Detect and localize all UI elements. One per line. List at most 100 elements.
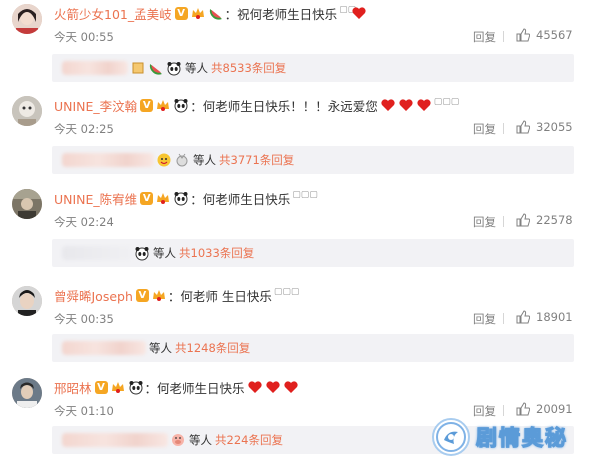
crown-icon: [151, 287, 167, 303]
username-link[interactable]: UNINE_陈宥维: [54, 189, 137, 208]
verified-badge-icon: V: [94, 380, 108, 394]
like-button[interactable]: 22578: [516, 211, 586, 229]
thumbs-up-icon: [516, 28, 530, 42]
reply-summary[interactable]: 等人 共1248条回复: [52, 334, 574, 362]
username-link[interactable]: 曾舜晞Joseph: [54, 286, 133, 305]
reply-suffix: 等人: [193, 153, 216, 167]
comment-line: UNINE_陈宥维 V ：何老师生日快乐 ▢▢▢: [54, 189, 318, 208]
panda-icon: [173, 97, 189, 113]
divider: [503, 313, 504, 324]
pig-emoji-icon: [170, 432, 186, 448]
avatar-image-icon: [12, 378, 42, 408]
divider: [503, 216, 504, 227]
like-count: 32055: [536, 120, 573, 134]
blurred-replier-names: [62, 246, 132, 260]
reply-button[interactable]: 回复: [473, 29, 496, 45]
verified-badge-icon: V: [140, 98, 154, 112]
smile-emoji-icon: [156, 152, 172, 168]
avatar[interactable]: [12, 286, 42, 316]
divider: [503, 123, 504, 134]
comment-text: ：何老师生日快乐: [190, 191, 291, 207]
comment-time: 今天 00:35: [54, 312, 114, 326]
comment-text: ：祝何老师生日快乐: [224, 6, 338, 22]
avatar-image-icon: [12, 286, 42, 316]
blurred-replier-names: [62, 341, 146, 355]
reply-count-link[interactable]: 共224条回复: [215, 432, 283, 448]
username-link[interactable]: 邢昭林: [54, 378, 92, 397]
comment-text: ：何老师 生日快乐: [167, 288, 272, 304]
reply-suffix: 等人: [153, 246, 176, 260]
reply-button[interactable]: 回复: [473, 214, 496, 230]
watermelon-icon: [208, 5, 224, 21]
box-icon: ▢▢▢: [273, 287, 300, 297]
comment-time: 今天 02:25: [54, 122, 114, 136]
reply-count-link[interactable]: 共1248条回复: [175, 340, 250, 356]
reply-suffix: 等人: [185, 61, 208, 75]
medal-icon: [174, 152, 190, 168]
watermark: 剧情奥秘: [432, 414, 584, 460]
panda-icon: [128, 379, 144, 395]
verified-badge-icon: V: [174, 6, 188, 20]
comment-text: ：何老师生日快乐: [144, 380, 245, 396]
reply-button[interactable]: 回复: [473, 121, 496, 137]
reply-count-link[interactable]: 共8533条回复: [211, 60, 286, 76]
box-icon: ▢▢: [339, 5, 357, 15]
reply-summary[interactable]: 等人 共8533条回复: [52, 54, 574, 82]
avatar-image-icon: [12, 96, 42, 126]
panda-icon: [166, 60, 182, 76]
crown-icon: [155, 97, 171, 113]
watermark-text: 剧情奥秘: [475, 425, 568, 450]
avatar[interactable]: [12, 378, 42, 408]
avatar[interactable]: [12, 189, 42, 219]
box-icon: ▢▢▢: [433, 97, 460, 107]
like-button[interactable]: 18901: [516, 308, 586, 326]
avatar[interactable]: [12, 4, 42, 34]
heart-icon: [380, 97, 396, 113]
box-icon: ▢▢▢: [292, 190, 318, 200]
comment-line: UNINE_李汶翰 V ：何老师生日快乐！！！永远爱您 ▢▢▢: [54, 96, 460, 115]
watermark-logo-icon: [432, 418, 470, 456]
reply-button[interactable]: 回复: [473, 311, 496, 327]
crown-icon: [155, 190, 171, 206]
avatar[interactable]: [12, 96, 42, 126]
like-count: 22578: [536, 213, 573, 227]
comment-text: ：何老师生日快乐！！！永远爱您: [190, 98, 378, 114]
paper-icon: [130, 60, 146, 76]
username-link[interactable]: UNINE_李汶翰: [54, 96, 137, 115]
heart-icon: [416, 97, 432, 113]
panda-icon: [134, 245, 150, 261]
heart-icon: [398, 97, 414, 113]
comment-time: 今天 02:24: [54, 215, 114, 229]
comment-line: 曾舜晞Joseph V ：何老师 生日快乐 ▢▢▢: [54, 286, 300, 305]
reply-count-link[interactable]: 共1033条回复: [179, 245, 254, 261]
heart-icon: [247, 379, 263, 395]
reply-suffix: 等人: [189, 433, 212, 447]
divider: [503, 31, 504, 42]
comment-time: 今天 00:55: [54, 30, 114, 44]
blurred-replier-names: [62, 153, 154, 167]
comment-line: 邢昭林 V ：何老师生日快乐: [54, 378, 299, 396]
comment-line: 火箭少女101_孟美岐 V ：祝何老师生日快乐 ▢▢: [54, 4, 367, 22]
like-count: 45567: [536, 28, 573, 42]
thumbs-up-icon: [516, 310, 530, 324]
reply-summary[interactable]: 等人 共3771条回复: [52, 146, 574, 174]
thumbs-up-icon: [516, 213, 530, 227]
avatar-image-icon: [12, 4, 42, 34]
like-count: 18901: [536, 310, 573, 324]
reply-summary[interactable]: 等人 共1033条回复: [52, 239, 574, 267]
heart-icon: [265, 379, 281, 395]
thumbs-up-icon: [516, 120, 530, 134]
panda-icon: [173, 190, 189, 206]
verified-badge-icon: V: [135, 288, 149, 302]
like-button[interactable]: 45567: [516, 26, 586, 44]
heart-icon: [351, 5, 367, 21]
reply-count-link[interactable]: 共3771条回复: [219, 152, 294, 168]
like-button[interactable]: 32055: [516, 118, 586, 136]
crown-icon: [190, 5, 206, 21]
watermelon-icon: [148, 60, 164, 76]
avatar-image-icon: [12, 189, 42, 219]
reply-suffix: 等人: [149, 341, 172, 355]
blurred-replier-names: [62, 433, 168, 447]
comment-time: 今天 01:10: [54, 404, 114, 418]
username-link[interactable]: 火箭少女101_孟美岐: [54, 4, 172, 23]
